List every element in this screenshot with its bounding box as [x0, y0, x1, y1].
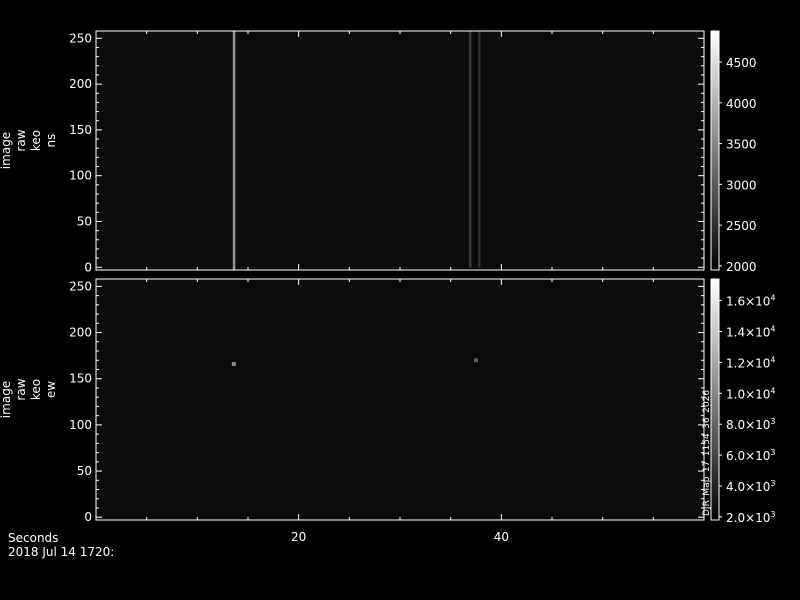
colorbar-tick-label: 6.0×103 [726, 448, 776, 463]
y-axis-label: image [0, 132, 13, 169]
colorbar-tick-label: 4500 [726, 56, 757, 70]
y-tick-label: 250 [69, 31, 92, 45]
y-tick-label: 200 [69, 326, 92, 340]
colorbar-tick-label: 2000 [726, 260, 757, 274]
colorbar [711, 279, 719, 520]
point-feature [474, 358, 478, 363]
y-axis-label: raw [14, 129, 28, 151]
y-tick-label: 250 [69, 279, 92, 293]
colorbar [711, 31, 719, 270]
colorbar-tick-label: 1.2×104 [726, 355, 776, 370]
y-tick-label: 0 [84, 510, 92, 524]
panel-1: 0 50 100 150 200 250 image raw keo ns 2000 2500 3000… [0, 30, 757, 274]
colorbar-tick-label: 1.6×104 [726, 294, 776, 309]
panel-2: 0 50 100 150 200 250 20 40 image raw keo ew 2.0×103 4… [0, 278, 776, 544]
y-tick-label: 150 [69, 372, 92, 386]
colorbar-tick-label: 4000 [726, 97, 757, 111]
x-axis-label: Seconds [8, 531, 59, 545]
colorbar-tick-label: 1.0×104 [726, 386, 776, 401]
colorbar-tick-label: 2500 [726, 219, 757, 233]
x-tick-label: 20 [291, 530, 306, 544]
colorbar-tick-label: 1.4×104 [726, 325, 776, 340]
colorbar-tick-label: 8.0×103 [726, 417, 776, 432]
y-tick-label: 0 [84, 260, 92, 274]
y-axis-label: ew [44, 381, 58, 398]
y-tick-label: 50 [77, 214, 92, 228]
y-axis-label: keo [29, 130, 43, 151]
image-area [96, 279, 704, 520]
colorbar-tick-label: 4.0×103 [726, 479, 776, 494]
stripe-feature [478, 31, 481, 268]
colorbar-tick-label: 2.0×103 [726, 510, 776, 525]
y-tick-label: 50 [77, 464, 92, 478]
y-axis-label: raw [14, 378, 28, 400]
y-tick-label: 150 [69, 123, 92, 137]
colorbar-tick-label: 3000 [726, 178, 757, 192]
y-tick-label: 100 [69, 418, 92, 432]
keogram-figure: 050100150200250image raw keo ns200025003000… [0, 30, 776, 544]
image-area [96, 31, 704, 270]
stripe-feature [232, 31, 236, 270]
y-axis-label: ns [44, 134, 58, 148]
colorbar-side-label: DJR_Map_17_1154_36_2026 [702, 390, 712, 516]
date-label: 2018 Jul 14 1720: [8, 545, 115, 559]
y-axis-label: keo [29, 379, 43, 400]
y-tick-label: 200 [69, 77, 92, 91]
stripe-feature [468, 31, 472, 268]
y-axis-label: image [0, 381, 13, 418]
point-feature [231, 361, 236, 366]
colorbar-tick-label: 3500 [726, 138, 757, 152]
y-tick-label: 100 [69, 169, 92, 183]
x-tick-label: 40 [494, 530, 509, 544]
